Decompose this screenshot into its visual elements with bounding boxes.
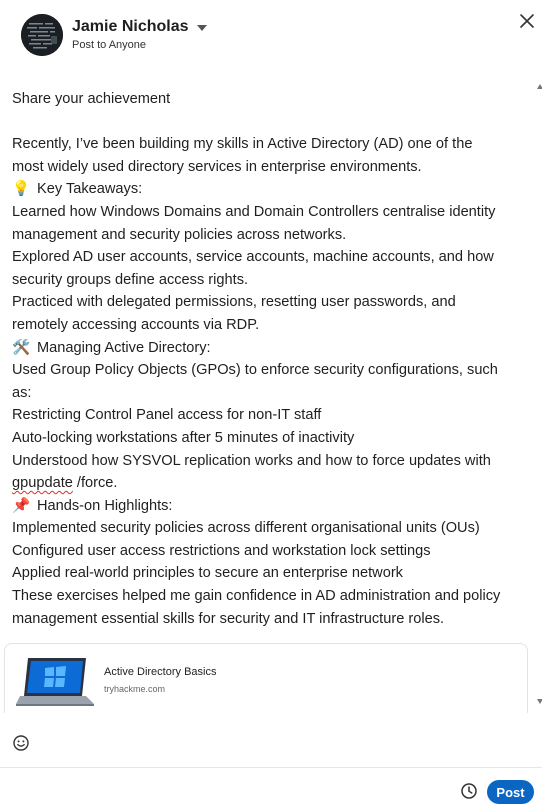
line-emoji-icon: 💡 — [12, 181, 31, 198]
editor-scrollbar[interactable] — [537, 84, 542, 704]
editor-line: gpupdate /force. — [12, 472, 524, 495]
editor-line: 📌 Hands-on Highlights: — [12, 495, 524, 518]
editor-line: Learned how Windows Domains and Domain C… — [12, 201, 524, 224]
editor-line: Recently, I’ve been building my skills i… — [12, 133, 524, 156]
line-text: Auto-locking workstations after 5 minute… — [12, 429, 355, 446]
line-text: Applied real-world principles to secure … — [12, 565, 403, 582]
editor-blank-line — [12, 111, 524, 134]
line-text: as: — [12, 384, 32, 401]
editor-line: Applied real-world principles to secure … — [12, 562, 524, 585]
editor-line: Restricting Control Panel access for non… — [12, 404, 524, 427]
line-text: Configured user access restrictions and … — [12, 542, 431, 559]
scroll-down-arrow-icon[interactable] — [537, 699, 542, 704]
spellcheck-flagged-word[interactable]: gpupdate — [12, 475, 73, 491]
editor-line: Implemented security policies across dif… — [12, 517, 524, 540]
link-preview-card[interactable]: Active Directory Basics tryhackme.com — [4, 643, 528, 713]
preview-title: Active Directory Basics — [104, 666, 217, 678]
toolbar-divider — [0, 767, 542, 768]
editor-line: management essential skills for security… — [12, 608, 524, 631]
line-text: Practiced with delegated permissions, re… — [12, 294, 456, 311]
editor-line: These exercises helped me gain confidenc… — [12, 585, 524, 608]
editor-line: management and security policies across … — [12, 224, 524, 247]
editor-line: Practiced with delegated permissions, re… — [12, 291, 524, 314]
line-text: Share your achievement — [12, 91, 171, 107]
editor-line: security groups define access rights. — [12, 269, 524, 292]
line-text: security groups define access rights. — [12, 271, 249, 288]
post-text-editor[interactable]: Share your achievement Recently, I’ve bee… — [12, 88, 524, 630]
line-text: Learned how Windows Domains and Domain C… — [12, 203, 496, 220]
author-name: Jamie Nicholas — [72, 18, 189, 35]
emoji-icon — [13, 735, 29, 751]
editor-line: 🛠️ Managing Active Directory: — [12, 337, 524, 360]
scroll-up-arrow-icon[interactable] — [537, 84, 542, 89]
line-text: Managing Active Directory: — [37, 339, 211, 356]
close-button[interactable] — [514, 8, 538, 32]
line-text: Understood how SYSVOL replication works … — [12, 452, 491, 469]
line-text: Used Group Policy Objects (GPOs) to enfo… — [12, 362, 498, 379]
line-text: management essential skills for security… — [12, 610, 445, 627]
line-emoji-icon: 📌 — [12, 497, 31, 514]
editor-line: Used Group Policy Objects (GPOs) to enfo… — [12, 359, 524, 382]
close-icon — [520, 14, 534, 28]
schedule-post-button[interactable] — [460, 782, 478, 800]
editor-line: most widely used directory services in e… — [12, 156, 524, 179]
line-text: remotely accessing accounts via RDP. — [12, 316, 260, 333]
line-text: Hands-on Highlights: — [37, 497, 173, 514]
line-text: most widely used directory services in e… — [12, 158, 422, 175]
author-audience-selector[interactable]: Jamie Nicholas Post to Anyone — [72, 18, 207, 51]
author-row: Jamie Nicholas — [72, 18, 207, 36]
share-post-dialog: Jamie Nicholas Post to Anyone Share your… — [0, 0, 542, 811]
editor-line: Auto-locking workstations after 5 minute… — [12, 427, 524, 450]
editor-line: 💡 Key Takeaways: — [12, 178, 524, 201]
line-text: Key Takeaways: — [37, 181, 143, 198]
editor-line: as: — [12, 382, 524, 405]
line-text: /force. — [72, 475, 118, 492]
audience-label: Post to Anyone — [72, 39, 146, 51]
line-text: Implemented security policies across dif… — [12, 520, 480, 537]
editor-line: Share your achievement — [12, 88, 524, 111]
editor-line: Understood how SYSVOL replication works … — [12, 450, 524, 473]
editor-line: Explored AD user accounts, service accou… — [12, 246, 524, 269]
avatar — [21, 14, 63, 56]
chevron-down-icon — [196, 25, 207, 31]
line-text: Restricting Control Panel access for non… — [12, 407, 322, 424]
post-button[interactable]: Post — [487, 780, 534, 804]
editor-line: Configured user access restrictions and … — [12, 540, 524, 563]
editor-line: remotely accessing accounts via RDP. — [12, 314, 524, 337]
line-emoji-icon: 🛠️ — [12, 339, 31, 356]
line-text: Explored AD user accounts, service accou… — [12, 249, 494, 266]
clock-icon — [461, 783, 477, 799]
emoji-button[interactable] — [12, 734, 30, 752]
line-text: These exercises helped me gain confidenc… — [12, 588, 501, 605]
laptop-thumbnail — [16, 658, 94, 706]
line-text: management and security policies across … — [12, 226, 347, 243]
dialog-header: Jamie Nicholas Post to Anyone — [0, 0, 542, 72]
line-text: Recently, I’ve been building my skills i… — [12, 136, 473, 153]
preview-domain: tryhackme.com — [104, 684, 166, 694]
